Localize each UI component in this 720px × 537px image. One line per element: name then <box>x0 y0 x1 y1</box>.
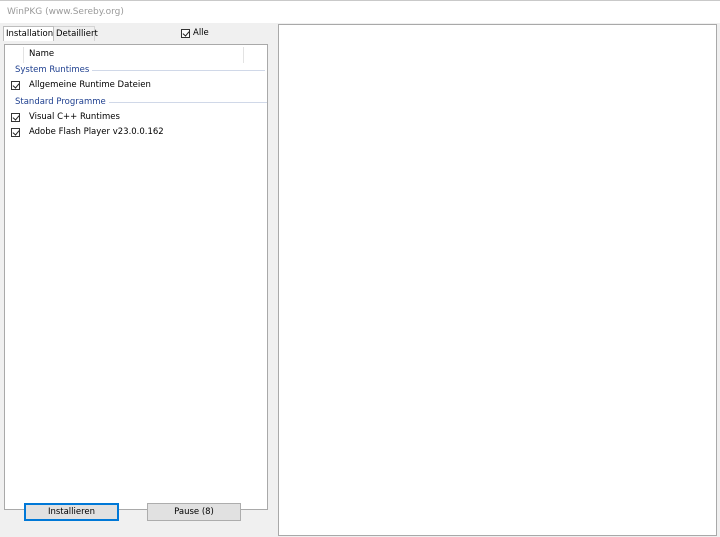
checkbox-checked-icon[interactable] <box>11 127 20 137</box>
package-list[interactable]: Name System Runtimes Allgemeine Runtime … <box>4 44 268 510</box>
group-header-system-runtimes: System Runtimes <box>15 65 266 75</box>
pause-button[interactable]: Pause (8) <box>147 503 241 521</box>
list-item-label: Adobe Flash Player v23.0.0.162 <box>29 127 164 137</box>
tab-detailliert[interactable]: Detailliert <box>53 26 98 41</box>
column-separator <box>243 47 244 63</box>
window-title: WinPKG (www.Sereby.org) <box>7 7 124 17</box>
list-item-label: Visual C++ Runtimes <box>29 112 120 122</box>
group-divider <box>108 101 267 103</box>
app-window: WinPKG (www.Sereby.org) Installation Det… <box>0 0 720 537</box>
checkbox-checked-icon[interactable] <box>181 28 190 38</box>
list-item-adobe-flash[interactable]: Adobe Flash Player v23.0.0.162 <box>11 127 164 137</box>
select-all-label: Alle <box>193 28 209 38</box>
details-panel <box>278 24 717 536</box>
list-item-visual-cpp[interactable]: Visual C++ Runtimes <box>11 112 120 122</box>
group-title: Standard Programme <box>15 97 106 107</box>
checkbox-checked-icon[interactable] <box>11 112 20 122</box>
tab-installation[interactable]: Installation <box>3 26 54 41</box>
list-item-label: Allgemeine Runtime Dateien <box>29 80 151 90</box>
list-column-header[interactable]: Name <box>5 45 267 64</box>
group-divider <box>92 69 266 71</box>
install-button[interactable]: Installieren <box>24 503 119 521</box>
group-header-standard-programme: Standard Programme <box>15 97 267 107</box>
install-panel: Installation Detailliert Alle Name Syste… <box>0 23 272 536</box>
group-title: System Runtimes <box>15 65 90 75</box>
select-all-checkbox[interactable]: Alle <box>181 28 209 38</box>
checkbox-checked-icon[interactable] <box>11 80 20 90</box>
column-separator <box>23 47 24 63</box>
list-item-allgemeine-runtime[interactable]: Allgemeine Runtime Dateien <box>11 80 151 90</box>
title-bar[interactable]: WinPKG (www.Sereby.org) <box>0 1 720 23</box>
column-name-header[interactable]: Name <box>29 49 54 59</box>
